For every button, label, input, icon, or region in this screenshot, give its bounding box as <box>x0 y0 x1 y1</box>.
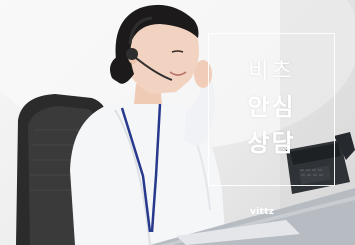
headline-line-1: 비츠 <box>248 59 295 84</box>
headline-line-3: 상담 <box>247 129 296 157</box>
brand-logo: vittz <box>250 207 275 217</box>
headline-line-2: 안심 <box>247 93 296 121</box>
headline: 비츠 안심 상담 <box>208 55 335 161</box>
banner-photo: 비츠 안심 상담 vittz <box>0 0 355 245</box>
